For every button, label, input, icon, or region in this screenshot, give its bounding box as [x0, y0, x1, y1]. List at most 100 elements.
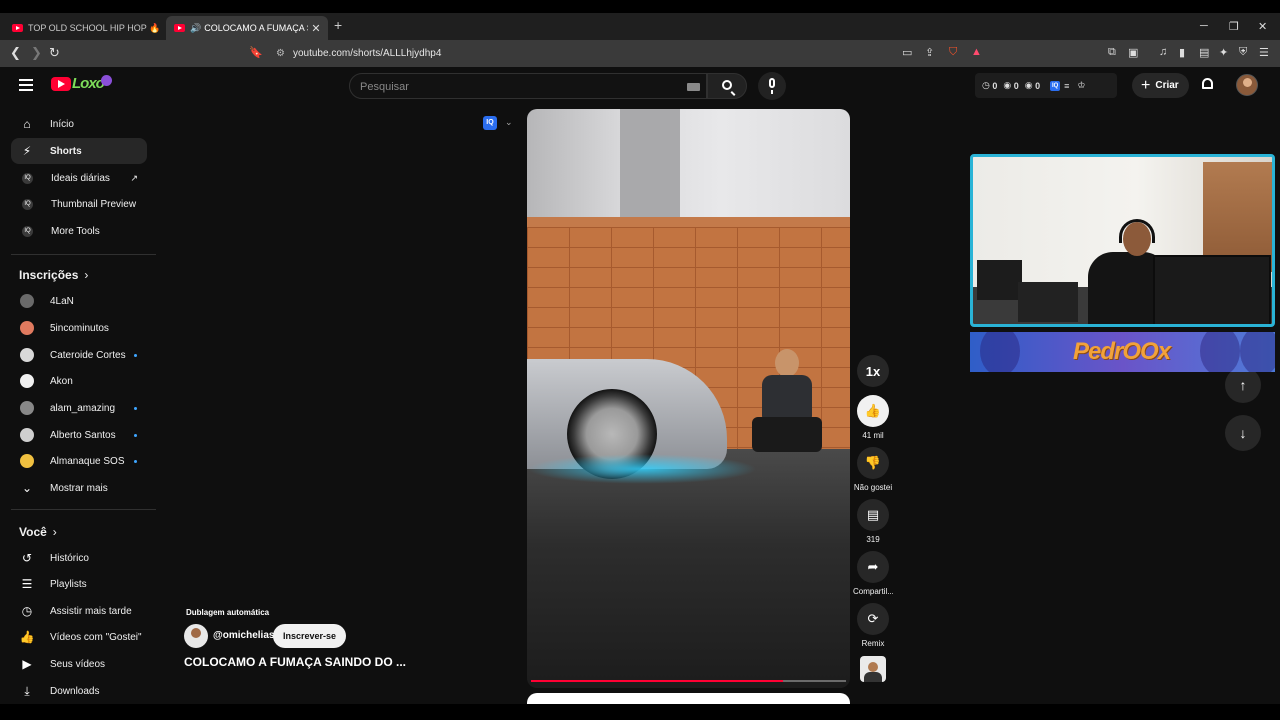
- address-bar[interactable]: ⚙ youtube.com/shorts/ALLLhjydhp4: [270, 43, 965, 64]
- sidebar-item-label: Assistir mais tarde: [50, 605, 132, 617]
- wallet-icon[interactable]: ▤: [1199, 46, 1209, 59]
- progress-bar[interactable]: [531, 680, 783, 682]
- liked-icon: 👍: [19, 630, 35, 644]
- tab-title: COLOCAMO A FUMAÇA SAINDO DO ...: [204, 23, 308, 33]
- close-tab-icon[interactable]: ✕: [308, 22, 324, 35]
- bookmark-icon[interactable]: 🔖: [249, 46, 263, 59]
- mic-icon: [769, 78, 775, 88]
- remix-action[interactable]: ⟳ Remix: [853, 603, 893, 648]
- sidebar-item-watch-later[interactable]: ◷ Assistir mais tarde: [11, 598, 147, 624]
- hamburger-menu-icon[interactable]: [19, 79, 33, 91]
- sound-thumbnail[interactable]: [860, 656, 886, 682]
- youtube-doodle-icon[interactable]: Loxo: [72, 75, 112, 92]
- sidebar-item-subscription[interactable]: 5incominutos: [11, 315, 147, 341]
- create-label: Criar: [1155, 80, 1179, 91]
- sidebar-item-subscription[interactable]: alam_amazing: [11, 395, 147, 421]
- sidebar-item-history[interactable]: ↺ Histórico: [11, 545, 147, 571]
- chevron-down-icon[interactable]: ⌄: [505, 117, 513, 128]
- search-button[interactable]: [707, 73, 747, 99]
- you-heading[interactable]: Você ›: [19, 525, 57, 539]
- sidebar-item-shorts[interactable]: ⚡ Shorts: [11, 138, 147, 164]
- next-short-button[interactable]: ↓: [1225, 415, 1261, 451]
- subscriptions-heading[interactable]: Inscrições ›: [19, 268, 88, 282]
- vidiq-icon[interactable]: IQ: [1050, 80, 1061, 91]
- sidebar-item-label: Thumbnail Preview: [51, 198, 137, 210]
- forward-icon[interactable]: ❯: [31, 45, 42, 61]
- close-window-button[interactable]: ✕: [1258, 20, 1267, 33]
- vidiq-icon[interactable]: IQ: [483, 116, 497, 130]
- minimize-button[interactable]: ─: [1200, 20, 1208, 32]
- sidebar-item-subscription[interactable]: Akon: [11, 368, 147, 394]
- like-icon[interactable]: 👍: [857, 395, 889, 427]
- youtube-logo-icon[interactable]: [51, 77, 71, 91]
- speaker-icon[interactable]: 🔊: [190, 23, 201, 34]
- panel-icon[interactable]: ▮: [1179, 46, 1185, 59]
- browser-tab-short[interactable]: 🔊 COLOCAMO A FUMAÇA SAINDO DO ... ✕: [166, 16, 328, 40]
- playback-speed-button[interactable]: 1x: [857, 355, 889, 387]
- like-action[interactable]: 👍 41 mil: [853, 395, 893, 440]
- share-action[interactable]: ➦ Compartil...: [853, 551, 893, 596]
- sidebar-icon[interactable]: ▣: [1128, 46, 1138, 59]
- create-button[interactable]: + Criar: [1132, 73, 1189, 98]
- notifications-bell-icon[interactable]: [1201, 77, 1214, 91]
- browser-tab-hiphop[interactable]: TOP OLD SCHOOL HIP HOP 🔥 50 Cent: [4, 16, 162, 40]
- short-title[interactable]: COLOCAMO A FUMAÇA SAINDO DO ...: [184, 655, 406, 669]
- sidebar-item-subscription[interactable]: Cateroide Cortes: [11, 342, 147, 368]
- show-more-button[interactable]: ⌄ Mostrar mais: [11, 475, 147, 501]
- tab-title: TOP OLD SCHOOL HIP HOP 🔥 50 Cent: [28, 22, 162, 33]
- share-icon[interactable]: ➦: [857, 551, 889, 583]
- filter-icon[interactable]: ≡: [1064, 81, 1069, 91]
- channel-avatar: [20, 294, 34, 308]
- reload-icon[interactable]: ↻: [49, 45, 60, 61]
- dislike-icon[interactable]: 👎: [857, 447, 889, 479]
- sidebar-item-subscription[interactable]: Alberto Santos: [11, 422, 147, 448]
- dislike-action[interactable]: 👎 Não gostei: [853, 447, 893, 492]
- sidebar-item-daily-ideas[interactable]: IQ Ideais diárias ↗: [11, 165, 147, 191]
- channel-avatar[interactable]: [184, 624, 208, 648]
- sidebar-item-thumbnail-preview[interactable]: IQ Thumbnail Preview: [11, 191, 147, 217]
- sidebar-item-label: 5incominutos: [50, 322, 109, 334]
- cast-icon[interactable]: ▭: [902, 46, 912, 59]
- comments-action[interactable]: ▤ 319: [853, 499, 893, 544]
- sidebar-item-label: Seus vídeos: [50, 658, 106, 670]
- media-icon[interactable]: ♫: [1159, 46, 1167, 58]
- sidebar-item-label: Vídeos com "Gostei": [50, 631, 142, 643]
- share-page-icon[interactable]: ⇪: [925, 46, 934, 59]
- subscribe-button[interactable]: Inscrever-se: [273, 624, 346, 648]
- sidebar-item-home[interactable]: ⌂ Início: [11, 111, 147, 137]
- sidebar-item-liked-videos[interactable]: 👍 Vídeos com "Gostei": [11, 624, 147, 650]
- channel-handle[interactable]: @omichelias: [213, 630, 274, 641]
- site-info-icon[interactable]: ⚙: [276, 48, 285, 59]
- keyboard-icon[interactable]: [687, 83, 700, 91]
- restore-button[interactable]: ❐: [1229, 20, 1239, 33]
- trophy-icon[interactable]: ♔: [1077, 80, 1085, 91]
- search-input[interactable]: [360, 79, 660, 94]
- sidebar-item-subscription[interactable]: Almanaque SOS: [11, 448, 147, 474]
- sidebar-item-your-videos[interactable]: ▶ Seus vídeos: [11, 651, 147, 677]
- speed-control[interactable]: 1x: [853, 355, 893, 387]
- account-avatar[interactable]: [1236, 74, 1258, 96]
- comment-icon[interactable]: ▤: [857, 499, 889, 531]
- search-box: [349, 73, 707, 99]
- browser-menu-icon[interactable]: ☰: [1259, 46, 1269, 59]
- remix-icon[interactable]: ⟳: [857, 603, 889, 635]
- sidebar-item-playlists[interactable]: ☰ Playlists: [11, 571, 147, 597]
- back-icon[interactable]: ❮: [10, 45, 21, 61]
- sidebar-item-more-tools[interactable]: IQ More Tools: [11, 218, 147, 244]
- new-tab-button[interactable]: +: [334, 17, 342, 33]
- home-icon: ⌂: [23, 117, 31, 131]
- brave-rewards-icon[interactable]: ▲: [971, 46, 982, 58]
- brave-shield-icon[interactable]: ⛉: [949, 46, 957, 59]
- subscriptions-heading-label: Inscrições: [19, 268, 79, 282]
- sidebar-item-label: Almanaque SOS: [50, 455, 125, 467]
- previous-short-button[interactable]: ↑: [1225, 367, 1261, 403]
- extensions-icon[interactable]: ⧉: [1108, 46, 1116, 59]
- chevron-right-icon: ›: [84, 268, 89, 282]
- sidebar-item-downloads[interactable]: ⤓ Downloads: [11, 678, 147, 704]
- voice-search-button[interactable]: [758, 72, 786, 100]
- sidebar-item-subscription[interactable]: 4LaN: [11, 288, 147, 314]
- leo-ai-icon[interactable]: ✦: [1219, 46, 1228, 59]
- vpn-shield-icon[interactable]: ⛨: [1239, 46, 1247, 59]
- next-short-preview[interactable]: [527, 693, 850, 704]
- short-video-player[interactable]: [527, 109, 850, 688]
